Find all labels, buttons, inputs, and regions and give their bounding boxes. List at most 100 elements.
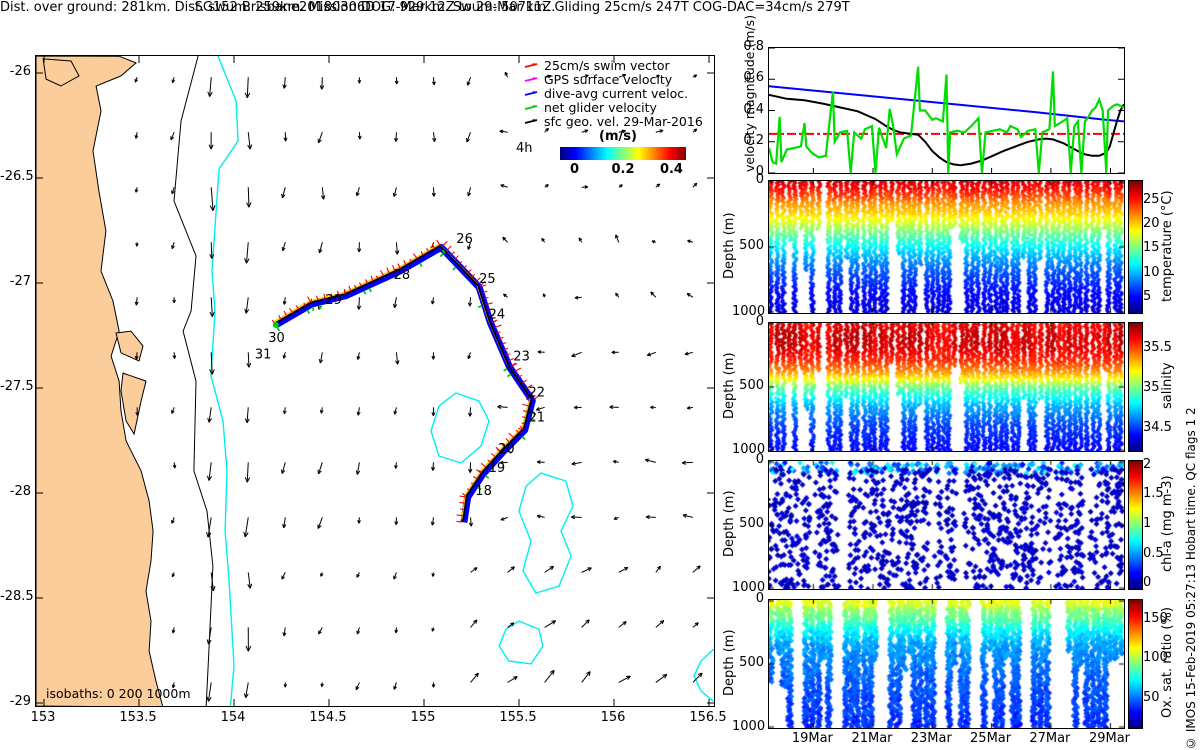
dive-number-label: 25	[479, 272, 496, 287]
oxygen-depth-tick: 0	[732, 591, 764, 606]
salpanel-scatter-canvas	[769, 323, 1124, 451]
dive-number-label: 20	[498, 442, 515, 457]
chl-panel	[768, 460, 1125, 590]
date-tick-label: 21Mar	[848, 731, 896, 746]
salinity-colorbar	[1128, 322, 1143, 452]
map-lon-tick: 156	[593, 710, 633, 725]
date-tick-label: 19Mar	[788, 731, 836, 746]
chl-colorbar-tick: 2	[1143, 457, 1183, 472]
oxygen-colorbar-tick: 150	[1143, 611, 1183, 626]
map-lat-tick: -27	[0, 274, 31, 289]
salinity-depth-tick: 0	[732, 314, 764, 329]
sla-contour	[431, 393, 489, 463]
dive-number-label: 29	[325, 293, 342, 308]
map-lat-tick: -27.5	[0, 379, 31, 394]
temperature-depth-tick: 0	[732, 172, 764, 187]
legend-item-label: 25cm/s swim vector	[544, 58, 670, 73]
velocity-panel	[768, 47, 1125, 174]
track-line	[275, 246, 532, 521]
salinity-colorbar-tick: 34.5	[1143, 420, 1183, 435]
temppanel-scatter-canvas	[769, 181, 1124, 313]
dive-number-label: 22	[529, 385, 546, 400]
map-colorbar-tick: 0.2	[611, 162, 635, 177]
map-lon-tick: 153	[23, 710, 63, 725]
map-colorbar-title: (m/s)	[555, 129, 681, 144]
temperature-colorbar-tick: 20	[1143, 216, 1183, 231]
imos-watermark: © IMOS 15-Feb-2019 05:27:13 Hobart time.…	[1184, 295, 1198, 750]
chl-colorbar-tick: 0	[1143, 575, 1183, 590]
date-tick-label: 27Mar	[1026, 731, 1074, 746]
legend-item-label: net glider velocity	[544, 100, 657, 115]
legend-item-label: dive-avg current veloc.	[544, 86, 688, 101]
island	[116, 331, 143, 361]
isobath-1000m	[211, 56, 238, 706]
map-lon-tick: 155.5	[498, 710, 538, 725]
temperature-colorbar-tick: 25	[1143, 192, 1183, 207]
map-lat-tick: -26	[0, 64, 31, 79]
velocity-plot	[769, 48, 1124, 173]
legend-item: sfc geo. vel. 29-Mar-2016	[524, 114, 714, 128]
velocity-ytick: 0.4	[734, 102, 764, 117]
dive-number-label: 26	[456, 232, 473, 247]
chl-colorbar	[1128, 460, 1143, 590]
salinity-colorbar-tick: 35	[1143, 380, 1183, 395]
oxygen-colorbar-tick: 50	[1143, 690, 1183, 705]
dive-number-label: 30	[268, 331, 285, 346]
oxygen-colorbar	[1128, 599, 1143, 729]
velocity-ytick: 0.6	[734, 70, 764, 85]
oxpanel-scatter-canvas	[769, 600, 1124, 728]
map-colorbar-tick: 0.4	[659, 162, 683, 177]
map-colorbar-tick: 0	[563, 162, 587, 177]
map-legend: 25cm/s swim vectorGPS surface velocitydi…	[524, 58, 714, 128]
legend-marker-icon	[524, 60, 544, 70]
dive-number-label: 28	[394, 268, 411, 283]
map-lon-tick: 155	[403, 710, 443, 725]
map-lat-tick: -28.5	[0, 589, 31, 604]
oxygen-depth-tick: 1000	[732, 719, 764, 734]
chl-depth-tick: 500	[732, 516, 764, 531]
chl-colorbar-tick: 0.5	[1143, 546, 1183, 561]
map-lat-tick: -26.5	[0, 169, 31, 184]
island	[121, 373, 146, 434]
series-net-glider-velocity	[769, 67, 1124, 173]
dive-number-label: 19	[489, 461, 506, 476]
dive-number-label: 18	[475, 484, 492, 499]
chl-depth-tick: 0	[732, 452, 764, 467]
map-lon-tick: 154	[213, 710, 253, 725]
isobaths-note: isobaths: 0 200 1000m	[46, 686, 191, 701]
velocity-ytick: 0.2	[734, 133, 764, 148]
temperature-panel	[768, 180, 1125, 314]
map-lat-tick: -28	[0, 484, 31, 499]
oxygen-depth-tick: 500	[732, 655, 764, 670]
legend-window-note: 4h	[516, 141, 533, 156]
sla-contour	[499, 621, 543, 664]
oxygen-panel	[768, 599, 1125, 729]
track-dive-avg-current-band	[276, 247, 533, 522]
velocity-ytick: 0.8	[734, 39, 764, 54]
map-lon-tick: 154.5	[308, 710, 348, 725]
temperature-colorbar-tick: 15	[1143, 240, 1183, 255]
legend-item: GPS surface velocity	[524, 72, 714, 86]
temperature-colorbar	[1128, 180, 1143, 314]
dive-number-label: 23	[513, 350, 530, 365]
dive-number-label: 31	[255, 348, 272, 363]
salinity-depth-tick: 500	[732, 378, 764, 393]
seaglider-mission-figure: SG152 Brisbane20180306D 17-Mar 12Z to 29…	[0, 0, 1200, 750]
sla-contour	[519, 473, 573, 593]
map-speed-colorbar	[560, 147, 686, 160]
legend-item: dive-avg current veloc.	[524, 86, 714, 100]
salinity-colorbar-tick: 35.5	[1143, 340, 1183, 355]
legend-item-label: sfc geo. vel. 29-Mar-2016	[544, 114, 703, 129]
isobath-200m	[174, 56, 213, 706]
date-tick-label: 23Mar	[907, 731, 955, 746]
legend-marker-icon	[524, 116, 544, 126]
chlpanel-scatter-canvas	[769, 461, 1124, 589]
track-end-marker	[273, 322, 279, 328]
legend-item-label: GPS surface velocity	[544, 72, 672, 87]
legend-item: 25cm/s swim vector	[524, 58, 714, 72]
chl-colorbar-tick: 1.5	[1143, 486, 1183, 501]
date-tick-label: 25Mar	[967, 731, 1015, 746]
temperature-depth-tick: 500	[732, 238, 764, 253]
map-lat-tick: -29	[0, 694, 31, 709]
legend-marker-icon	[524, 102, 544, 112]
